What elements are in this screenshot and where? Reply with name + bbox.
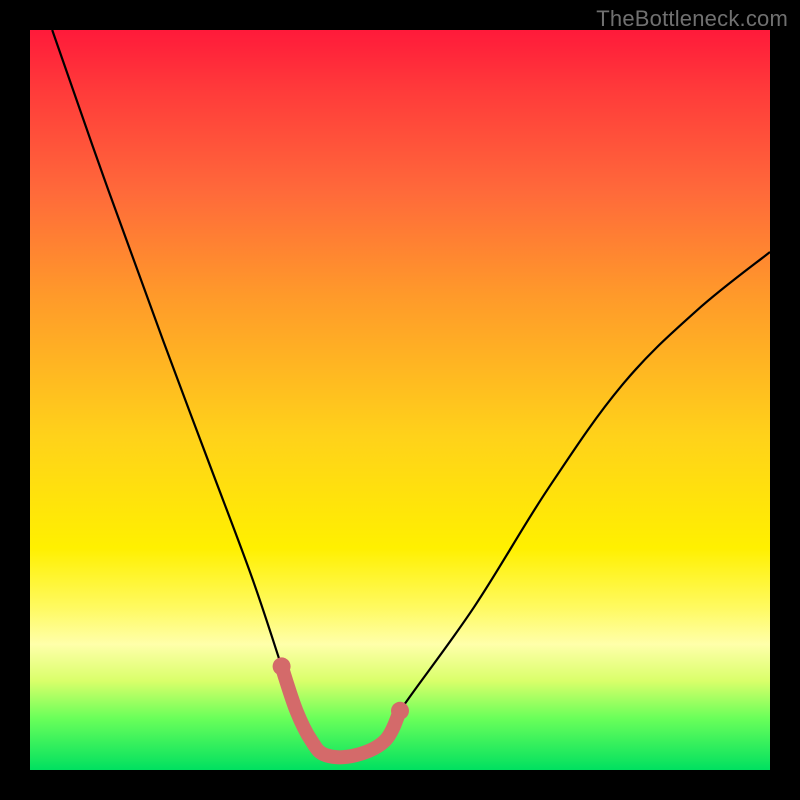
optimal-zone-endpoint [391, 702, 409, 720]
chart-plot-area [30, 30, 770, 770]
chart-svg [30, 30, 770, 770]
watermark-text: TheBottleneck.com [596, 6, 788, 32]
chart-frame: TheBottleneck.com [0, 0, 800, 800]
optimal-zone-path [282, 666, 400, 757]
optimal-zone-endpoint [273, 657, 291, 675]
bottleneck-curve-path [52, 30, 770, 757]
